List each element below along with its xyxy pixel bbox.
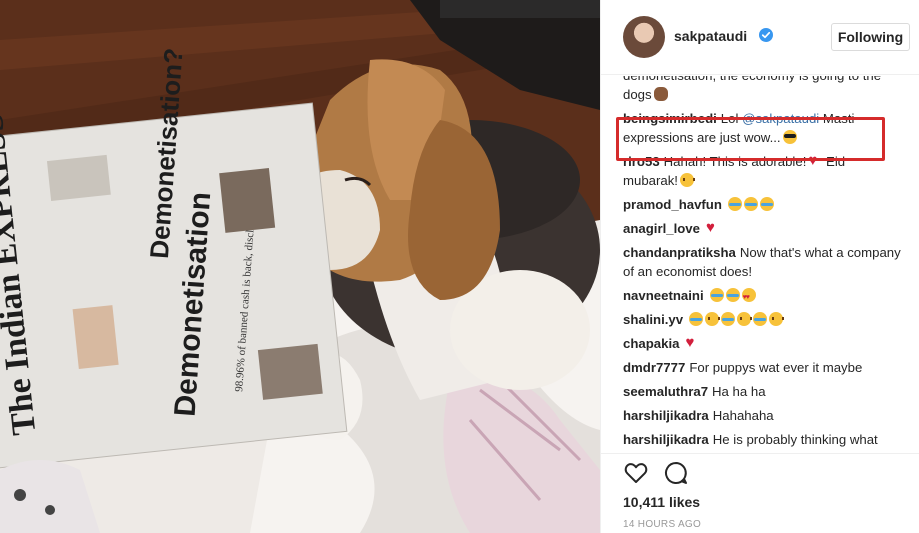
comment-username[interactable]: dmdr7777 [623, 360, 685, 375]
comment-item: pramod_havfun [623, 195, 903, 214]
comment-item: chapakia [623, 333, 903, 353]
dog-emoji-icon [653, 87, 668, 101]
comment-text: Ha ha ha [712, 384, 766, 399]
tear-emoji-icon [721, 312, 736, 326]
beagle-with-newspaper-image: The Indian EXPRESS Demonetisation Demone… [0, 0, 600, 533]
post-header: sakpataudi Following [601, 0, 919, 75]
highlighted-comment-box [616, 117, 885, 161]
comment-item: anagirl_love [623, 218, 903, 238]
comment-item: chandanpratiksha Now that's what a compan… [623, 243, 903, 281]
speech-bubble-icon[interactable] [663, 460, 689, 486]
post-actions: 10,411 likes 14 HOURS AGO [601, 453, 919, 533]
comment-item: dmdr7777 For puppys wat ever it maybe [623, 358, 903, 377]
avatar[interactable] [623, 16, 665, 58]
eyes-emoji-icon [679, 173, 695, 187]
comment-username[interactable]: chapakia [623, 336, 679, 351]
likes-count[interactable]: 10,411 likes [623, 494, 700, 510]
heart-outline-icon[interactable] [623, 460, 649, 486]
hearteyes-emoji-icon [741, 288, 756, 307]
comment-username[interactable]: anagirl_love [623, 221, 700, 236]
heart-emoji-icon [706, 218, 720, 237]
post-photo[interactable]: The Indian EXPRESS Demonetisation Demone… [0, 0, 600, 533]
tear-emoji-icon [689, 312, 704, 326]
comment-username[interactable]: pramod_havfun [623, 197, 722, 212]
comment-text: For puppys wat ever it maybe [689, 360, 863, 375]
eyes-emoji-icon [705, 312, 721, 326]
tear-emoji-icon [753, 312, 768, 326]
tear-emoji-icon [759, 197, 774, 211]
comment-username[interactable]: chandanpratiksha [623, 245, 736, 260]
heart-emoji-icon [685, 333, 699, 352]
post-timestamp: 14 HOURS AGO [623, 519, 702, 530]
comment-item: harshiljikadra He is probably thinking wh… [623, 430, 903, 449]
eyes-emoji-icon [737, 312, 753, 326]
comment-username[interactable]: shalini.yv [623, 312, 683, 327]
comment-item: shalini.yv [623, 310, 903, 329]
comment-text: He is probably thinking what [712, 432, 878, 447]
comment-item: harshiljikadra Hahahaha [623, 406, 903, 425]
comment-username[interactable]: seemaluthra7 [623, 384, 708, 399]
comment-username[interactable]: harshiljikadra [623, 432, 709, 447]
tear-emoji-icon [743, 197, 758, 211]
tear-emoji-icon [709, 288, 724, 302]
tear-emoji-icon [727, 197, 742, 211]
following-button[interactable]: Following [831, 23, 910, 51]
comment-username[interactable]: harshiljikadra [623, 408, 709, 423]
comment-username[interactable]: navneetnaini [623, 288, 704, 303]
comment-item: demonetisation, the economy is going to … [623, 76, 903, 104]
post-sidebar: sakpataudi Following demonetisation, the… [600, 0, 919, 533]
tear-emoji-icon [725, 288, 740, 302]
post-username[interactable]: sakpataudi [674, 28, 747, 44]
comment-item: navneetnaini [623, 286, 903, 307]
verified-badge-icon [759, 28, 773, 42]
comment-text: Hahahaha [712, 408, 774, 423]
comment-item: seemaluthra7 Ha ha ha [623, 382, 903, 401]
eyes-emoji-icon [769, 312, 785, 326]
